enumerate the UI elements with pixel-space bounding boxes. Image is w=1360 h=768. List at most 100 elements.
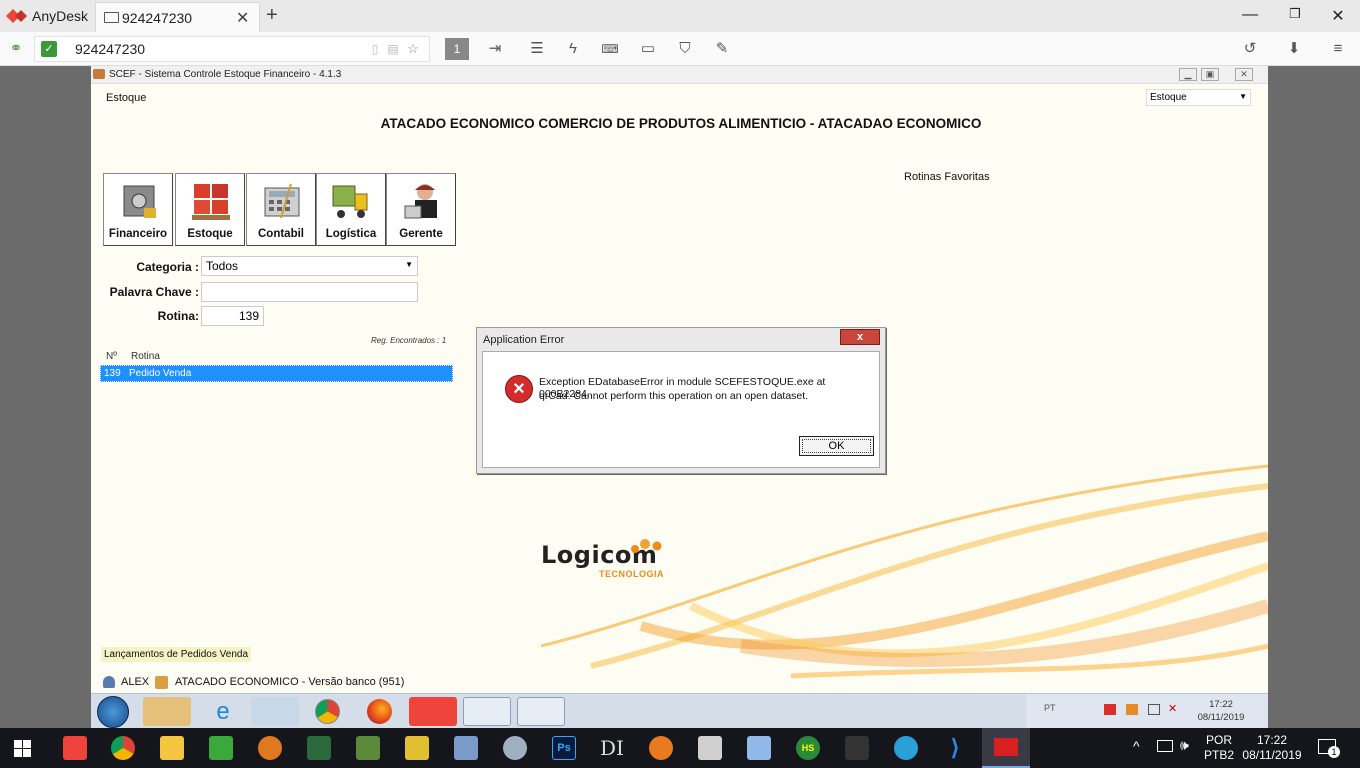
tray-lang[interactable]: PT bbox=[1044, 703, 1056, 713]
verified-check-icon: ✓ bbox=[41, 41, 57, 57]
keyboard-icon[interactable]: ⌨ bbox=[600, 40, 620, 58]
file-transfer-icon[interactable]: ⇥ bbox=[485, 40, 505, 58]
module-label: Gerente bbox=[399, 228, 443, 240]
system-clock[interactable]: 17:22 08/11/2019 bbox=[1240, 733, 1304, 763]
palavra-chave-input[interactable] bbox=[201, 282, 418, 302]
logicom-taskbar-icon[interactable] bbox=[463, 697, 511, 726]
chrome-app-icon[interactable] bbox=[111, 736, 135, 760]
restore-icon[interactable]: ❐ bbox=[1285, 6, 1305, 22]
ok-button[interactable]: OK bbox=[799, 436, 874, 456]
volume-muted-icon[interactable]: ✕ bbox=[1168, 702, 1177, 715]
remote-screen[interactable]: SCEF - Sistema Controle Estoque Financei… bbox=[91, 66, 1268, 728]
tab-close-icon[interactable]: ✕ bbox=[236, 8, 249, 28]
start-orb-icon[interactable] bbox=[97, 696, 129, 728]
module-button-logistica[interactable]: Logística bbox=[316, 173, 386, 246]
logo-dots-icon bbox=[631, 539, 662, 553]
file-explorer-icon[interactable] bbox=[160, 736, 184, 760]
anydesk-tray-icon[interactable] bbox=[1104, 704, 1116, 715]
anydesk-toolbar: ⚭ ✓ 924247230 ▯ ▤ ☆ 1 ⇥ ☰ ϟ ⌨ ▭ ⛉ ✎ ↺ ⬇ … bbox=[0, 32, 1360, 66]
whiteboard-pen-icon[interactable]: ✎ bbox=[712, 40, 732, 58]
history-icon[interactable]: ↺ bbox=[1240, 40, 1260, 58]
virtualbox-icon[interactable] bbox=[747, 736, 771, 760]
volume-icon[interactable]: 🕪 bbox=[1180, 737, 1189, 754]
di-app-icon[interactable]: DI bbox=[600, 736, 624, 760]
remote-window-title: SCEF - Sistema Controle Estoque Financei… bbox=[109, 69, 342, 80]
table-row[interactable]: 139 Pedido Venda bbox=[100, 365, 453, 382]
logicom-subtitle: TECNOLOGIA bbox=[599, 569, 664, 579]
close-icon[interactable]: ✕ bbox=[1328, 6, 1348, 26]
firefox-icon[interactable] bbox=[355, 697, 403, 726]
notification-center-icon[interactable]: 1 bbox=[1318, 739, 1340, 758]
display-icon[interactable]: ▭ bbox=[638, 40, 658, 58]
media-player-icon[interactable] bbox=[251, 697, 299, 726]
anydesk-app-name: AnyDesk bbox=[32, 8, 89, 24]
monitor-icon bbox=[104, 12, 119, 23]
module-label: Estoque bbox=[187, 228, 233, 240]
remote-restore-icon[interactable]: ▣ bbox=[1201, 68, 1219, 81]
monitor-select-button[interactable]: 1 bbox=[445, 38, 469, 60]
camtasia-icon[interactable] bbox=[209, 736, 233, 760]
favorite-star-icon[interactable]: ☆ bbox=[403, 40, 423, 58]
scef-taskbar-icon[interactable] bbox=[517, 697, 565, 726]
network-app-icon[interactable] bbox=[307, 736, 331, 760]
user-name: ALEX bbox=[121, 676, 150, 688]
module-button-gerente[interactable]: Gerente bbox=[386, 173, 456, 246]
ninja-app-icon[interactable] bbox=[845, 736, 869, 760]
input-language[interactable]: POR PTB2 bbox=[1204, 733, 1234, 763]
rotina-input[interactable]: 139 bbox=[201, 306, 264, 326]
photoshop-icon[interactable]: Ps bbox=[552, 736, 576, 760]
app-tray-icon[interactable] bbox=[1126, 704, 1138, 715]
module-select[interactable]: Estoque ▼ bbox=[1146, 89, 1251, 106]
actions-lightning-icon[interactable]: ϟ bbox=[563, 40, 583, 58]
logicom-app-icon[interactable] bbox=[649, 736, 673, 760]
anydesk-app-icon[interactable] bbox=[63, 736, 87, 760]
remote-clock[interactable]: 17:22 08/11/2019 bbox=[1186, 698, 1256, 724]
remote-date: 08/11/2019 bbox=[1197, 712, 1245, 723]
ie-icon[interactable]: e bbox=[199, 697, 247, 726]
paint-app-icon[interactable] bbox=[503, 736, 527, 760]
tab-remote-session[interactable]: 924247230 ✕ bbox=[95, 2, 260, 32]
connection-status-icon[interactable]: ⚭ bbox=[6, 40, 26, 58]
money-app-icon[interactable] bbox=[258, 736, 282, 760]
telegram-icon[interactable] bbox=[894, 736, 918, 760]
vscode-icon[interactable]: ⟩ bbox=[943, 736, 967, 760]
forklift-icon bbox=[332, 185, 368, 218]
remote-minimize-icon[interactable]: ▁ bbox=[1179, 68, 1197, 81]
permissions-shield-icon[interactable]: ⛉ bbox=[675, 40, 695, 58]
chat-icon[interactable]: ☰ bbox=[527, 40, 547, 58]
tab-label: 924247230 bbox=[122, 10, 193, 26]
menu-estoque[interactable]: Estoque bbox=[106, 92, 146, 104]
lang-secondary: PTB2 bbox=[1204, 748, 1235, 762]
installer-app-icon[interactable] bbox=[698, 736, 722, 760]
grid-col-num: Nº bbox=[106, 351, 117, 362]
lock-icon: ▯ bbox=[371, 42, 379, 56]
db-info: ATACADO ECONOMICO - Versão banco (951) bbox=[175, 676, 405, 688]
menu-hamburger-icon[interactable]: ≡ bbox=[1328, 40, 1348, 58]
safe-icon bbox=[123, 185, 156, 218]
module-button-contabil[interactable]: Contabil bbox=[246, 173, 316, 246]
chart-app-icon[interactable] bbox=[356, 736, 380, 760]
module-button-financeiro[interactable]: Financeiro bbox=[103, 173, 173, 246]
chrome-icon[interactable] bbox=[303, 697, 351, 726]
new-tab-button[interactable]: + bbox=[266, 4, 278, 27]
address-value: 924247230 bbox=[75, 41, 146, 57]
minimize-icon[interactable]: — bbox=[1240, 6, 1260, 24]
address-field[interactable]: ✓ 924247230 ▯ ▤ ☆ bbox=[34, 36, 430, 62]
module-button-estoque[interactable]: Estoque bbox=[175, 173, 245, 246]
error-message-line2: qrCad: Cannot perform this operation on … bbox=[539, 390, 809, 402]
show-hidden-icons-chevron-icon[interactable]: ^ bbox=[1133, 738, 1140, 754]
network-icon[interactable] bbox=[1157, 740, 1173, 752]
anydesk-taskbar-icon[interactable] bbox=[409, 697, 457, 726]
tools-app-icon[interactable] bbox=[454, 736, 478, 760]
database-icon bbox=[155, 676, 168, 689]
dialog-close-button[interactable]: x bbox=[840, 329, 880, 345]
install-download-icon[interactable]: ⬇ bbox=[1284, 40, 1304, 58]
network-tray-icon[interactable] bbox=[1148, 704, 1160, 715]
windows-start-icon[interactable] bbox=[14, 740, 31, 757]
hand-app-icon[interactable] bbox=[405, 736, 429, 760]
hs-app-icon[interactable]: HS bbox=[796, 736, 820, 760]
explorer-icon[interactable] bbox=[143, 697, 191, 726]
active-app-tile[interactable] bbox=[982, 728, 1030, 768]
categoria-select[interactable]: Todos ▼ bbox=[201, 256, 418, 276]
remote-close-icon[interactable]: ✕ bbox=[1235, 68, 1253, 81]
